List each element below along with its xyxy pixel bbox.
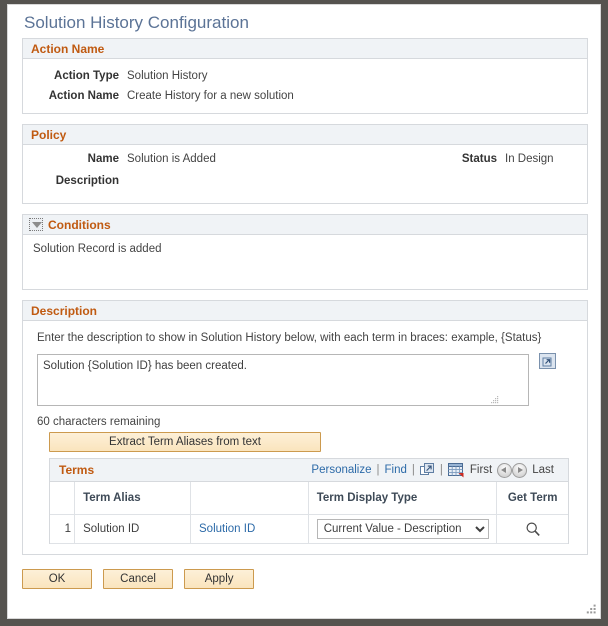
arrow-left-icon[interactable]	[497, 462, 513, 478]
terms-grid-toolbar: Personalize | Find | | First Last	[311, 462, 559, 478]
description-textarea[interactable]	[37, 354, 529, 406]
description-instruction: Enter the description to show in Solutio…	[37, 332, 542, 344]
terms-table-body: 1 Solution ID Solution ID Current Value …	[50, 514, 568, 544]
terms-table-header-row: Term Alias Term Display Type Get Term	[50, 482, 568, 515]
section-description: Enter the description to show in Solutio…	[22, 321, 588, 555]
cell-term-display-type: Current Value - Description	[308, 514, 498, 544]
policy-description-row: Description	[31, 173, 579, 189]
window-resize-grip-icon[interactable]	[585, 603, 597, 615]
first-page-label[interactable]: First	[470, 464, 492, 476]
section-header-description-label: Description	[31, 304, 98, 318]
toolbar-separator-1: |	[376, 464, 380, 476]
triangle-down-icon[interactable]	[29, 218, 43, 231]
chars-remaining-text: 60 characters remaining	[37, 416, 161, 428]
section-header-policy: Policy	[22, 124, 588, 145]
extract-term-aliases-button[interactable]: Extract Term Aliases from text	[49, 432, 321, 452]
section-action-name-body: Action Type Solution History Action Name…	[23, 59, 587, 113]
cell-term: Solution ID	[190, 514, 309, 544]
term-display-type-select[interactable]: Current Value - Description	[316, 519, 489, 539]
toolbar-separator-3: |	[439, 464, 443, 476]
policy-description-label: Description	[55, 175, 119, 187]
modal-window: Solution History Configuration Action Na…	[0, 0, 608, 626]
terms-table: Term Alias Term Display Type Get Term 1 …	[50, 482, 568, 544]
action-type-label: Action Type	[54, 70, 119, 82]
section-header-policy-label: Policy	[31, 128, 67, 142]
table-row: 1 Solution ID Solution ID Current Value …	[50, 514, 568, 544]
policy-name-status-row: Name Solution is Added Status In Design	[31, 153, 579, 165]
section-header-action-name: Action Name	[22, 38, 588, 59]
section-header-conditions[interactable]: Conditions	[22, 214, 588, 235]
page-body: Solution History Configuration Action Na…	[8, 5, 600, 589]
column-header-term	[190, 482, 309, 515]
toolbar-separator-2: |	[411, 464, 415, 476]
policy-status-value: In Design	[505, 153, 554, 165]
extract-button-row: Extract Term Aliases from text	[23, 428, 587, 452]
column-header-get-term: Get Term	[496, 482, 568, 515]
description-textarea-wrap	[23, 348, 587, 409]
section-header-action-name-label: Action Name	[31, 42, 105, 56]
terms-grid-titlebar: Terms Personalize | Find | | First Last	[50, 459, 568, 482]
action-name-label: Action Name	[48, 90, 119, 102]
page-title: Solution History Configuration	[24, 13, 249, 32]
section-description-body: Enter the description to show in Solutio…	[23, 321, 587, 554]
term-link[interactable]: Solution ID	[199, 523, 255, 535]
terms-grid: Terms Personalize | Find | | First Last …	[49, 458, 569, 544]
last-page-label[interactable]: Last	[532, 464, 554, 476]
column-header-term-alias: Term Alias	[74, 482, 191, 515]
personalize-link[interactable]: Personalize	[311, 464, 371, 476]
policy-name-value: Solution is Added	[127, 153, 216, 165]
cell-get-term	[496, 514, 568, 544]
magnifier-icon[interactable]	[525, 521, 541, 537]
terms-table-head: Term Alias Term Display Type Get Term	[50, 482, 568, 515]
section-conditions: Solution Record is added	[22, 235, 588, 290]
modal-content-area: Solution History Configuration Action Na…	[7, 4, 601, 619]
ok-button[interactable]: OK	[22, 569, 92, 589]
apply-button[interactable]: Apply	[184, 569, 255, 589]
section-policy: Name Solution is Added Status In Design …	[22, 145, 588, 204]
download-to-excel-icon[interactable]	[447, 462, 465, 478]
column-header-row-number	[50, 482, 76, 515]
field-row-action-name: Action Name Create History for a new sol…	[31, 88, 579, 104]
find-link[interactable]: Find	[385, 464, 407, 476]
policy-status-label: Status	[461, 153, 497, 165]
expand-to-new-window-icon[interactable]	[539, 353, 556, 369]
row-number: 1	[50, 514, 76, 544]
cell-term-alias: Solution ID	[74, 514, 191, 544]
section-action-name: Action Type Solution History Action Name…	[22, 59, 588, 114]
open-in-new-window-icon[interactable]	[419, 463, 435, 477]
terms-grid-title: Terms	[59, 463, 95, 477]
column-header-term-display-type: Term Display Type	[308, 482, 498, 515]
arrow-right-icon[interactable]	[512, 462, 528, 478]
footer-buttons: OK Cancel Apply	[8, 555, 600, 589]
section-header-conditions-label: Conditions	[48, 218, 111, 232]
policy-name-label: Name	[87, 153, 119, 165]
section-policy-body: Name Solution is Added Status In Design …	[23, 145, 587, 203]
conditions-text: Solution Record is added	[33, 243, 162, 255]
field-row-action-type: Action Type Solution History	[31, 68, 579, 84]
cancel-button[interactable]: Cancel	[103, 569, 174, 589]
action-name-value: Create History for a new solution	[127, 90, 294, 102]
section-header-description: Description	[22, 300, 588, 321]
action-type-value: Solution History	[127, 70, 208, 82]
